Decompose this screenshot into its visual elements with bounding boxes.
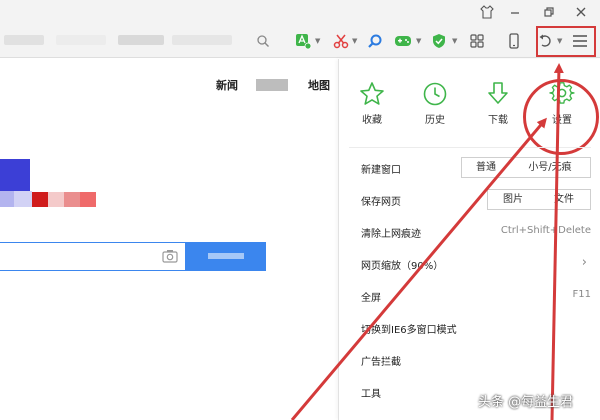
- chevron-down-icon[interactable]: ▼: [315, 37, 320, 45]
- menu-item-clear-traces[interactable]: 清除上网痕迹 Ctrl+Shift+Delete: [361, 221, 591, 245]
- gamepad-icon[interactable]: [392, 30, 414, 52]
- favorites-label: 收藏: [362, 115, 382, 126]
- scissors-icon[interactable]: [330, 30, 352, 52]
- quick-actions: 收藏 历史 下载 设置: [339, 73, 600, 155]
- new-window-normal-button[interactable]: 普通: [461, 157, 511, 178]
- magnifier-icon[interactable]: [364, 30, 386, 52]
- tools-label: 工具: [361, 389, 381, 400]
- logo-blurred: [48, 192, 64, 207]
- shield-icon[interactable]: [428, 30, 450, 52]
- download-icon: [488, 82, 508, 104]
- restore-icon[interactable]: [540, 3, 558, 21]
- new-window-label: 新建窗口: [361, 165, 401, 176]
- settings-highlight-circle: [523, 79, 599, 155]
- close-icon[interactable]: [572, 3, 590, 21]
- clear-traces-label: 清除上网痕迹: [361, 229, 421, 240]
- menu-divider: [349, 147, 591, 148]
- logo-blurred: [64, 192, 80, 207]
- address-bar-blur[interactable]: [4, 35, 44, 45]
- menu-item-fullscreen[interactable]: 全屏 F11: [361, 285, 591, 309]
- camera-icon[interactable]: [162, 249, 178, 266]
- menu-highlight-box: [536, 26, 596, 57]
- history-label: 历史: [425, 115, 445, 126]
- search-icon[interactable]: [252, 30, 274, 52]
- title-bar: [0, 0, 600, 24]
- search-button-label-blurred: [208, 253, 244, 259]
- watermark: 头条 @每益生君: [478, 395, 574, 410]
- address-bar-blur[interactable]: [172, 35, 232, 45]
- adblock-label: 广告拦截: [361, 357, 401, 368]
- chevron-down-icon[interactable]: ▼: [452, 37, 457, 45]
- zoom-label: 网页缩放（90%）: [361, 261, 444, 272]
- menu-item-adblock[interactable]: 广告拦截: [361, 349, 591, 373]
- search-input[interactable]: [0, 242, 186, 271]
- address-bar-blur[interactable]: [118, 35, 164, 45]
- logo-blurred: [32, 192, 48, 207]
- logo-blurred: [14, 191, 32, 207]
- chevron-down-icon[interactable]: ▼: [352, 37, 357, 45]
- menu-item-new-window: 新建窗口 普通 小号/无痕: [361, 157, 591, 181]
- download-label: 下载: [488, 115, 508, 126]
- save-as-image-button[interactable]: 图片: [487, 189, 539, 210]
- skin-icon[interactable]: [478, 3, 496, 21]
- menu-item-save-page: 保存网页 图片 文件: [361, 189, 591, 213]
- minimize-icon[interactable]: [506, 3, 524, 21]
- address-bar-blur[interactable]: [56, 35, 106, 45]
- translate-icon[interactable]: [292, 30, 314, 52]
- logo-blurred: [0, 191, 14, 207]
- save-page-label: 保存网页: [361, 197, 401, 208]
- fullscreen-shortcut: F11: [572, 289, 591, 300]
- clock-icon: [423, 82, 447, 106]
- apps-grid-icon[interactable]: [466, 30, 488, 52]
- star-icon: [360, 82, 384, 105]
- browser-toolbar: ▼ ▼ ▼ ▼ ▼: [0, 24, 600, 58]
- nav-link-blurred[interactable]: [256, 79, 288, 91]
- new-window-incognito-button[interactable]: 小号/无痕: [510, 157, 591, 178]
- save-as-file-button[interactable]: 文件: [538, 189, 591, 210]
- history-button[interactable]: 历史: [410, 73, 460, 139]
- mobile-icon[interactable]: [503, 30, 525, 52]
- ie6-mode-label: 切换到IE6多窗口模式: [361, 325, 457, 336]
- fullscreen-label: 全屏: [361, 293, 381, 304]
- nav-link-map[interactable]: 地图: [308, 77, 330, 93]
- menu-item-zoom[interactable]: 网页缩放（90%） ›: [361, 253, 591, 277]
- download-button[interactable]: 下载: [473, 73, 523, 139]
- chevron-down-icon[interactable]: ▼: [416, 37, 421, 45]
- favorites-button[interactable]: 收藏: [347, 73, 397, 139]
- chevron-right-icon: ›: [581, 255, 587, 270]
- web-page: 新闻 地图: [0, 59, 338, 420]
- browser-menu-panel: 收藏 历史 下载 设置 新建窗口 普通 小号/无痕 保存网页 图片 文件 清除上…: [338, 59, 600, 420]
- nav-link-news[interactable]: 新闻: [216, 77, 238, 93]
- clear-traces-shortcut: Ctrl+Shift+Delete: [500, 225, 591, 236]
- menu-item-ie6-mode[interactable]: 切换到IE6多窗口模式: [361, 317, 591, 341]
- logo-blurred: [80, 192, 96, 207]
- search-button[interactable]: [186, 242, 266, 271]
